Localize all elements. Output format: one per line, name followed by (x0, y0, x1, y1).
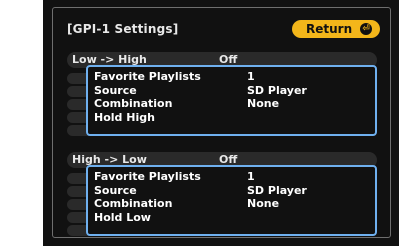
return-button[interactable]: Return ⏎ (292, 20, 380, 38)
enter-icon: ⏎ (360, 23, 372, 35)
setting-value: None (247, 97, 280, 111)
setting-row-favorite-playlists[interactable]: Favorite Playlists 1 (94, 70, 375, 84)
setting-row-favorite-playlists[interactable]: Favorite Playlists 1 (94, 170, 375, 184)
setting-value: SD Player (247, 183, 307, 197)
return-label: Return (306, 22, 353, 36)
setting-row-combination[interactable]: Combination None (94, 197, 375, 211)
setting-value: 1 (247, 170, 255, 184)
page-title: [GPI-1 Settings] (67, 22, 179, 36)
setting-value: SD Player (247, 83, 307, 97)
setting-value: 1 (247, 70, 255, 84)
high-to-low-settings-box: Favorite Playlists 1 Source SD Player Co… (86, 165, 377, 236)
setting-row-hold-low[interactable]: Hold Low (94, 211, 375, 225)
settings-screen: [GPI-1 Settings] Return ⏎ Low -> High Of… (43, 0, 399, 246)
setting-key: Favorite Playlists (94, 70, 201, 84)
setting-row-source[interactable]: Source SD Player (94, 184, 375, 198)
setting-value: None (247, 197, 280, 211)
setting-key: Combination (94, 97, 173, 111)
setting-key: Combination (94, 197, 173, 211)
setting-key: Favorite Playlists (94, 170, 201, 184)
setting-key: Source (94, 183, 137, 197)
low-to-high-settings-box: Favorite Playlists 1 Source SD Player Co… (86, 65, 377, 136)
setting-key: Source (94, 83, 137, 97)
setting-key: Hold High (94, 110, 155, 124)
setting-row-hold-high[interactable]: Hold High (94, 111, 375, 125)
setting-row-source[interactable]: Source SD Player (94, 84, 375, 98)
setting-key: Hold Low (94, 210, 151, 224)
setting-row-combination[interactable]: Combination None (94, 97, 375, 111)
